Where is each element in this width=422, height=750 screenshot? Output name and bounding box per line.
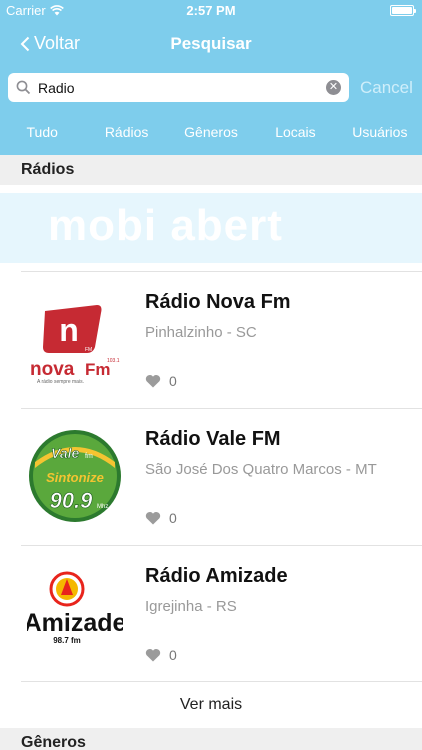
logo-unit: Mhz (97, 504, 108, 510)
heart-icon (145, 648, 161, 662)
radio-logo-amizade: Amizade 98.7 fm (27, 571, 123, 645)
radio-name: Rádio Nova Fm (145, 291, 291, 313)
like-button[interactable]: 0 (145, 647, 177, 663)
search-row: ✕ Cancel (0, 66, 422, 110)
row-separator (21, 545, 422, 546)
tab-usuarios[interactable]: Usuários (338, 116, 422, 148)
logo-main: Amizade (27, 609, 123, 637)
tab-generos[interactable]: Gêneros (169, 116, 253, 148)
logo-mark-sub: FM (85, 347, 92, 353)
search-field[interactable]: ✕ (8, 73, 349, 102)
logo-main: nova (30, 359, 75, 380)
radio-location: Igrejinha - RS (145, 598, 237, 615)
logo-middle: Sintonize (46, 470, 104, 485)
radio-logo-vale-fm: Vale fm Sintonize 90.9 Mhz (29, 430, 121, 522)
like-button[interactable]: 0 (145, 510, 177, 526)
clock: 2:57 PM (186, 3, 236, 18)
like-count: 0 (169, 647, 177, 663)
heart-icon (145, 374, 161, 388)
section-header-generos: Gêneros (0, 728, 422, 750)
radio-name: Rádio Amizade (145, 565, 288, 587)
page-title: Pesquisar (170, 34, 252, 53)
banner-logo-text: mobi abert (48, 201, 283, 250)
logo-freq: 98.7 fm (53, 636, 81, 645)
logo-freq: 90.9 (50, 488, 94, 513)
row-separator (21, 408, 422, 409)
radio-name: Rádio Vale FM (145, 428, 281, 450)
tab-tudo[interactable]: Tudo (0, 116, 84, 148)
logo-tagline: A rádio sempre mais. (37, 379, 84, 385)
clear-x-icon: ✕ (328, 81, 339, 93)
radio-list-item[interactable]: Amizade 98.7 fm Rádio Amizade Igrejinha … (0, 545, 422, 682)
battery-icon (390, 5, 416, 16)
section-header-radios: Rádios (0, 155, 422, 185)
radio-location: Pinhalzinho - SC (145, 324, 257, 341)
radio-list-item[interactable]: n FM nova Fm 103.1 A rádio sempre mais. … (0, 271, 422, 408)
clear-search-button[interactable]: ✕ (326, 80, 341, 95)
scope-tabs: Tudo Rádios Gêneros Locais Usuários (0, 116, 422, 148)
tab-radios[interactable]: Rádios (84, 116, 168, 148)
search-input[interactable] (38, 77, 318, 98)
radio-list-item[interactable]: Vale fm Sintonize 90.9 Mhz Rádio Vale FM… (0, 408, 422, 545)
navigation-bar: Voltar Pesquisar (0, 22, 422, 66)
logo-top: Vale (51, 445, 79, 461)
like-count: 0 (169, 373, 177, 389)
tab-locais[interactable]: Locais (253, 116, 337, 148)
header-area: Carrier 2:57 PM Voltar Pesquisar Radio ✕… (0, 0, 422, 155)
row-separator (21, 271, 422, 272)
radio-location: São José Dos Quatro Marcos - MT (145, 461, 377, 478)
section-title-generos: Gêneros (21, 734, 86, 750)
magnifier-icon (16, 80, 31, 95)
heart-icon (145, 511, 161, 525)
radio-logo-nova-fm: n FM nova Fm 103.1 A rádio sempre mais. (30, 305, 120, 385)
status-bar: Carrier 2:57 PM (0, 0, 422, 22)
logo-top-sub: fm (85, 453, 93, 460)
promo-banner[interactable]: mobi abert (0, 193, 422, 263)
ver-mais-button[interactable]: Ver mais (0, 682, 422, 728)
like-count: 0 (169, 510, 177, 526)
cancel-button[interactable]: Cancel (360, 78, 413, 98)
like-button[interactable]: 0 (145, 373, 177, 389)
section-title-radios: Rádios (21, 161, 75, 178)
logo-mark: n (59, 312, 79, 348)
logo-freq: 103.1 (107, 358, 120, 364)
